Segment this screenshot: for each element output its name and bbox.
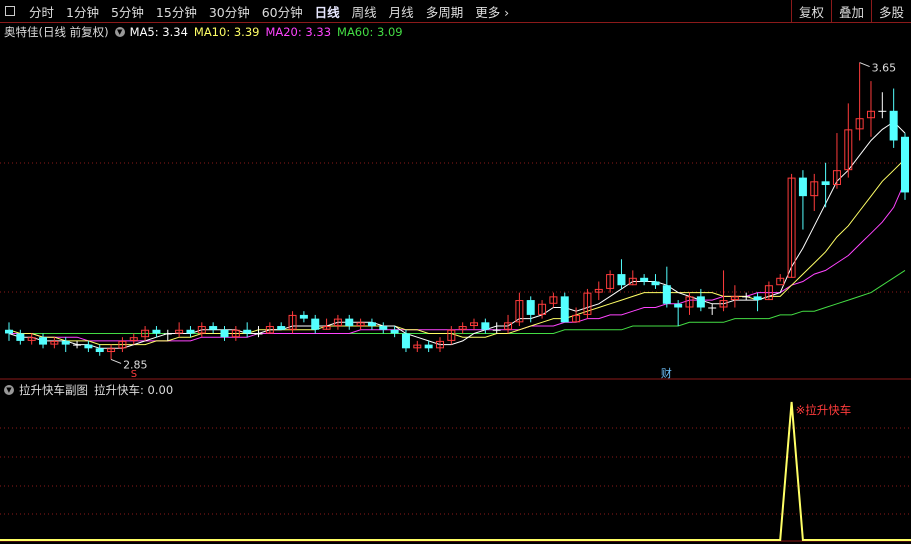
candle-body: [379, 326, 388, 330]
candle-body: [651, 281, 660, 286]
candle-body: [95, 348, 104, 353]
candle-body: [662, 285, 671, 304]
candle-body: [492, 329, 501, 331]
high-pointer: [859, 62, 870, 68]
candle-body: [424, 344, 433, 349]
candle-body: [61, 340, 70, 345]
high-price-label: 3.65: [872, 62, 897, 75]
candle-body: [345, 318, 354, 327]
s-marker: S: [131, 369, 137, 380]
candle-body: [243, 329, 252, 334]
candle-body: [73, 344, 82, 346]
candle-body: [277, 326, 286, 330]
candle-body: [311, 318, 320, 330]
candle-body: [186, 329, 195, 334]
candle-body: [878, 110, 887, 112]
candle-body: [696, 296, 705, 308]
candle-body: [526, 300, 535, 315]
signal-line: [0, 401, 911, 541]
candle-body: [254, 333, 263, 335]
candle-body: [220, 329, 229, 338]
candle-body: [674, 303, 683, 308]
candle-body: [152, 329, 161, 334]
candle-body: [299, 314, 308, 319]
candle-body: [390, 329, 399, 334]
candle-body: [481, 322, 490, 330]
candle-body: [39, 337, 48, 345]
candle-body: [901, 136, 909, 193]
candle-body: [5, 329, 13, 334]
candle-body: [163, 333, 172, 335]
ma5-line: [8, 121, 906, 349]
candle-body: [560, 296, 569, 323]
candle-body: [84, 344, 93, 349]
candle-body: [753, 296, 762, 301]
candle-body: [640, 277, 649, 282]
candle-body: [401, 333, 410, 349]
financial-report-marker: 财: [661, 366, 672, 380]
candle-body: [742, 296, 751, 298]
candle-body: [367, 322, 376, 327]
ma20-line: [9, 181, 906, 342]
candle-body: [209, 326, 218, 330]
candle-body: [16, 333, 25, 341]
kline-chart[interactable]: 3.652.85S 财※拉升快车: [0, 0, 911, 544]
candle-body: [821, 181, 830, 186]
signal-label: ※拉升快车: [796, 403, 852, 417]
candle-body: [798, 177, 807, 197]
candle-body: [617, 274, 626, 286]
ma10-line: [8, 158, 906, 346]
candle-body: [889, 110, 898, 141]
ma60-line: [9, 269, 906, 334]
low-pointer: [110, 358, 122, 364]
candle-body: [708, 307, 717, 309]
